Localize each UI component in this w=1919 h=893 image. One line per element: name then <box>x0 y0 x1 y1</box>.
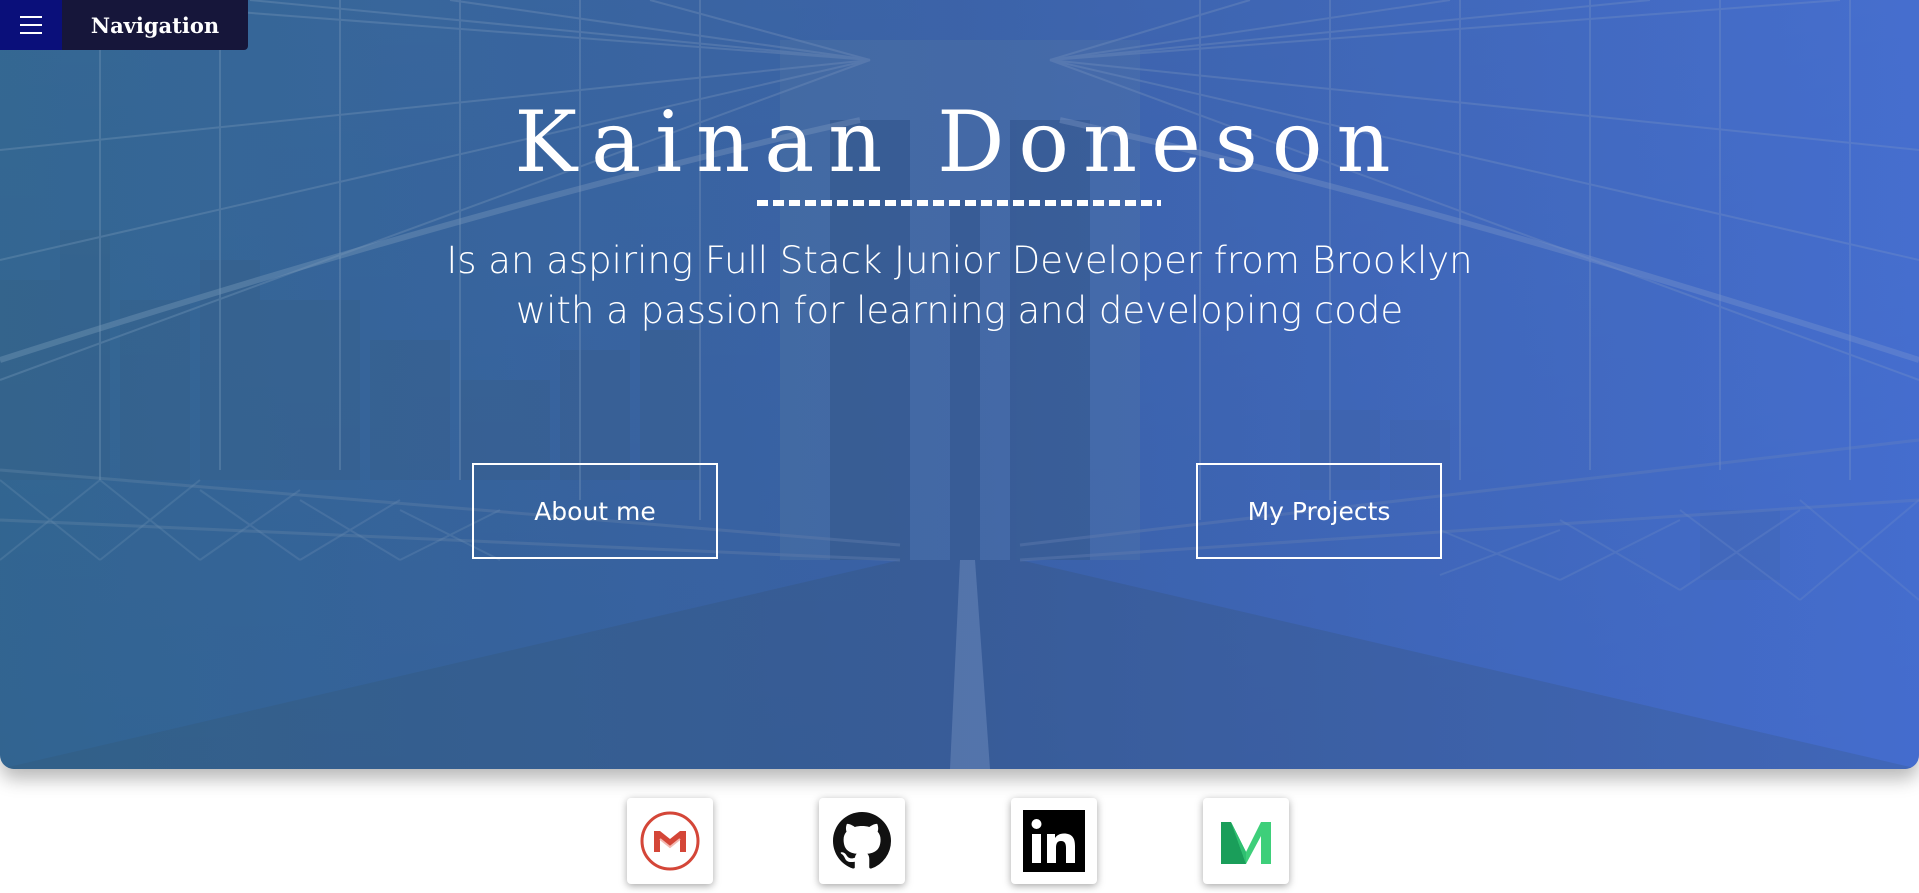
menu-line <box>20 24 42 26</box>
linkedin-icon <box>1023 810 1085 872</box>
hero-tagline: Is an aspiring Full Stack Junior Develop… <box>0 236 1919 336</box>
about-me-button[interactable]: About me <box>472 463 718 559</box>
linkedin-link[interactable] <box>1011 798 1097 884</box>
navigation-bar: Navigation <box>0 0 248 50</box>
hero-section: Kainan Doneson Is an aspiring Full Stack… <box>0 0 1919 769</box>
github-link[interactable] <box>819 798 905 884</box>
menu-line <box>20 32 42 34</box>
gmail-icon <box>640 811 700 871</box>
medium-link[interactable] <box>1203 798 1289 884</box>
gmail-link[interactable] <box>627 798 713 884</box>
github-icon <box>833 812 891 869</box>
tagline-line-2: with a passion for learning and developi… <box>515 289 1404 332</box>
tagline-line-1: Is an aspiring Full Stack Junior Develop… <box>446 239 1473 282</box>
my-projects-button[interactable]: My Projects <box>1196 463 1442 559</box>
nav-title[interactable]: Navigation <box>62 0 248 50</box>
hamburger-menu-icon[interactable] <box>0 0 62 50</box>
menu-line <box>20 16 42 18</box>
social-links <box>0 798 1919 886</box>
title-dashed-underline <box>757 200 1161 206</box>
hero-name-title: Kainan Doneson <box>514 93 1405 191</box>
medium-icon <box>1221 822 1271 864</box>
